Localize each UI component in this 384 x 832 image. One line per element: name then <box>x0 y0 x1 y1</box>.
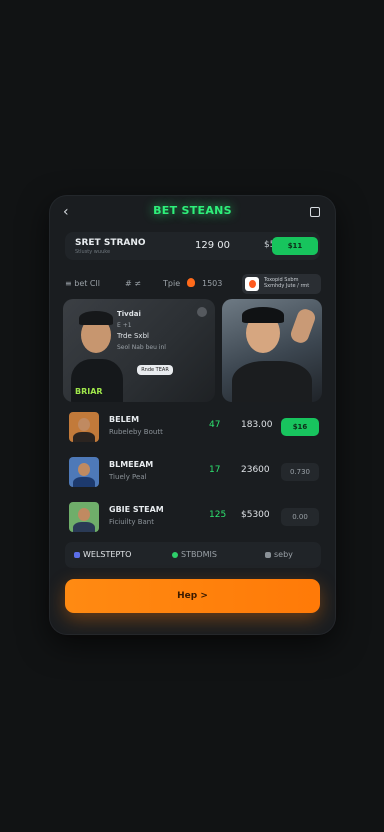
hero-title: Tivdai <box>117 310 141 318</box>
help-button[interactable]: Hep > <box>65 579 320 613</box>
list-item[interactable]: BLMEEAM Tiuely Peal 17 23600 0.730 <box>63 454 321 490</box>
menu-icon[interactable] <box>310 207 320 217</box>
deposit-button[interactable]: $11 <box>272 237 318 255</box>
tab-label: seby <box>274 550 293 559</box>
tab-icon <box>265 551 271 558</box>
tab-welstepto[interactable]: WELSTEPTO <box>74 550 131 559</box>
avatar <box>69 412 99 442</box>
avatar <box>69 457 99 487</box>
promo-line2: Sxmhdy Jute / rmt <box>264 283 310 289</box>
avatar-body <box>73 477 95 487</box>
bet-card: ‹ BET STEANS SRET STRANO Stlusty wuuke 1… <box>49 195 336 635</box>
tab-icon <box>172 551 178 558</box>
avatar-body <box>73 522 95 532</box>
hero-line3: Trde Sxbl <box>117 332 149 340</box>
hero-info: Tivdai E +1 Trde Sxbl Seol Nab beu inl <box>117 309 166 353</box>
bottom-tabs: WELSTEPTO STBDMIS seby <box>65 542 321 568</box>
player-odds: 17 <box>209 465 221 475</box>
player-sub: Tiuely Peal <box>109 473 147 481</box>
hero-line2: E +1 <box>117 322 132 329</box>
filter-bet-list[interactable]: ≡ bet Cll <box>65 279 100 288</box>
tab-stbdmis[interactable]: STBDMIS <box>172 550 217 559</box>
promo-text: Toxopid Sxbm Sxmhdy Jute / rmt <box>264 277 309 289</box>
avatar-head <box>78 463 90 476</box>
filter-tpie[interactable]: Tpie <box>163 279 180 288</box>
tab-seby[interactable]: seby <box>265 550 293 559</box>
player-value: 23600 <box>241 465 270 475</box>
account-sub: Stlusty wuuke <box>75 249 111 255</box>
bet-button[interactable]: 0.730 <box>281 463 319 481</box>
player-sub: Rubeleby Boutt <box>109 428 163 436</box>
tab-label: WELSTEPTO <box>83 550 132 559</box>
jersey-text: BRIAR <box>75 387 103 396</box>
player-value: $5300 <box>241 510 270 520</box>
fire-icon <box>187 278 195 287</box>
top-bar: ‹ BET STEANS <box>49 195 336 229</box>
brand-logo-icon <box>245 277 259 291</box>
avatar-body <box>73 432 95 442</box>
avatar-head <box>78 418 90 431</box>
list-item[interactable]: BELEM Rubeleby Boutt 47 183.00 $16 <box>63 409 321 445</box>
player-name: GBIE STEAM <box>109 505 164 514</box>
balance-amount: 129 00 <box>195 240 230 251</box>
filter-hash[interactable]: # ≠ <box>125 279 141 288</box>
player-cap <box>79 311 113 325</box>
player-value: 183.00 <box>241 420 273 430</box>
player-odds: 47 <box>209 420 221 430</box>
options-icon[interactable] <box>197 307 207 317</box>
filter-count: 1503 <box>202 279 223 288</box>
avatar-head <box>78 508 90 521</box>
player-odds: 125 <box>209 510 227 520</box>
balance-bar: SRET STRANO Stlusty wuuke 129 00 $5 $11 <box>65 232 320 260</box>
player-hand <box>288 306 318 346</box>
player-name: BLMEEAM <box>109 460 154 469</box>
list-item[interactable]: GBIE STEAM Ficiuilty Bant 125 $5300 0.00 <box>63 499 321 535</box>
avatar <box>69 502 99 532</box>
player-sub: Ficiuilty Bant <box>109 518 154 526</box>
promo-card[interactable]: Toxopid Sxbm Sxmhdy Jute / rmt <box>242 274 321 294</box>
hero-card-right[interactable] <box>222 299 322 402</box>
player-body <box>232 361 312 402</box>
player-cap <box>242 307 284 323</box>
hero-chip[interactable]: Rnde TEAR <box>137 365 173 375</box>
account-name-text: SRET STRANO <box>75 238 146 248</box>
account-name: SRET STRANO Stlusty wuuke <box>75 238 146 255</box>
hero-card-left[interactable]: Tivdai E +1 Trde Sxbl Seol Nab beu inl R… <box>63 299 215 402</box>
bet-button[interactable]: 0.00 <box>281 508 319 526</box>
hero-line4: Seol Nab beu inl <box>117 344 166 351</box>
tab-label: STBDMIS <box>181 550 217 559</box>
tab-icon <box>74 551 80 558</box>
player-name: BELEM <box>109 415 140 424</box>
bet-button[interactable]: $16 <box>281 418 319 436</box>
page-title: BET STEANS <box>153 204 232 217</box>
